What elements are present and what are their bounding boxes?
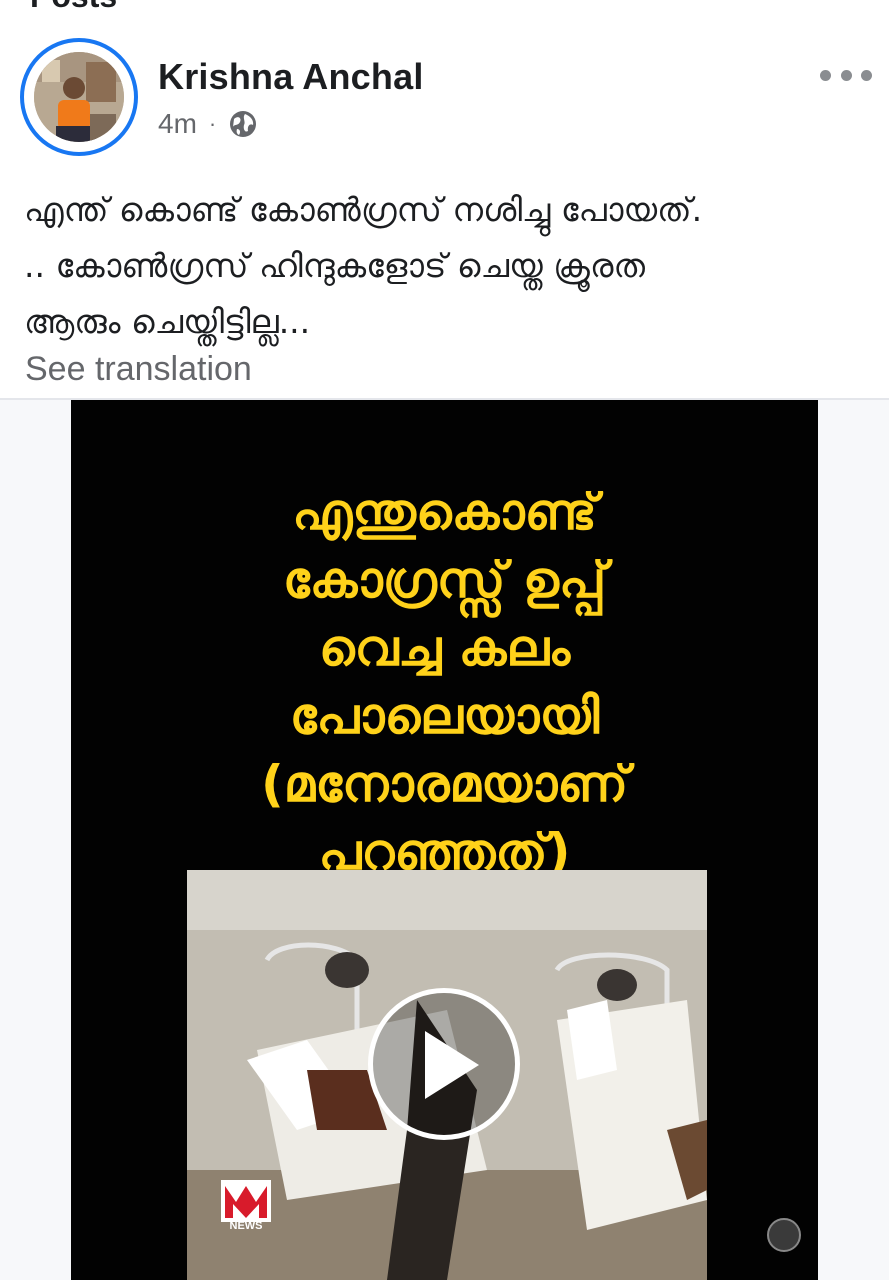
see-translation-link[interactable]: See translation	[25, 350, 252, 389]
post-text-line: ആരും ചെയ്തിട്ടില്ല...	[24, 302, 311, 341]
overlay-line: എന്തുകൊണ്ട്	[292, 483, 597, 541]
section-title: Posts	[30, 0, 117, 15]
post-text: എന്ത് കൊണ്ട് കോൺഗ്രസ് നശിച്ചു പോയത്. .. …	[24, 182, 874, 350]
overlay-line: (മനോരമയാണ്	[260, 755, 629, 813]
more-options-button[interactable]	[820, 60, 872, 90]
post-text-line: .. കോൺഗ്രസ് ഹിന്ദുകളോട് ചെയ്ത ക്രൂരത	[24, 246, 645, 285]
video-player[interactable]: എന്തുകൊണ്ട് കോഗ്രസ്സ് ഉപ്പ് വെച്ച കലം പോ…	[71, 400, 818, 1280]
channel-logo: NEWS	[221, 1180, 271, 1235]
play-button[interactable]	[368, 988, 520, 1140]
channel-logo-label: NEWS	[229, 1220, 263, 1232]
overlay-line: പോലെയായി	[289, 687, 600, 745]
more-dot	[861, 69, 872, 81]
globe-icon	[228, 109, 258, 139]
corner-badge-icon	[767, 1218, 801, 1252]
meta-separator: ·	[208, 111, 217, 136]
overlay-line: കോഗ്രസ്സ് ഉപ്പ്	[282, 551, 607, 609]
more-dot	[840, 69, 852, 81]
author-name[interactable]: Krishna Anchal	[158, 56, 424, 98]
avatar[interactable]	[20, 38, 138, 156]
profile-photo	[34, 52, 124, 142]
facebook-post-screen: Posts Krishna Anchal 4m ·	[0, 0, 889, 1280]
video-overlay-text: എന്തുകൊണ്ട് കോഗ്രസ്സ് ഉപ്പ് വെച്ച കലം പോ…	[71, 478, 818, 886]
post-text-line: എന്ത് കൊണ്ട് കോൺഗ്രസ് നശിച്ചു പോയത്.	[24, 190, 703, 229]
overlay-line: വെച്ച കലം	[318, 619, 571, 677]
post-meta: 4m ·	[158, 106, 258, 142]
more-dot	[820, 69, 831, 81]
post-timestamp[interactable]: 4m	[158, 108, 197, 140]
play-icon	[425, 1031, 479, 1099]
